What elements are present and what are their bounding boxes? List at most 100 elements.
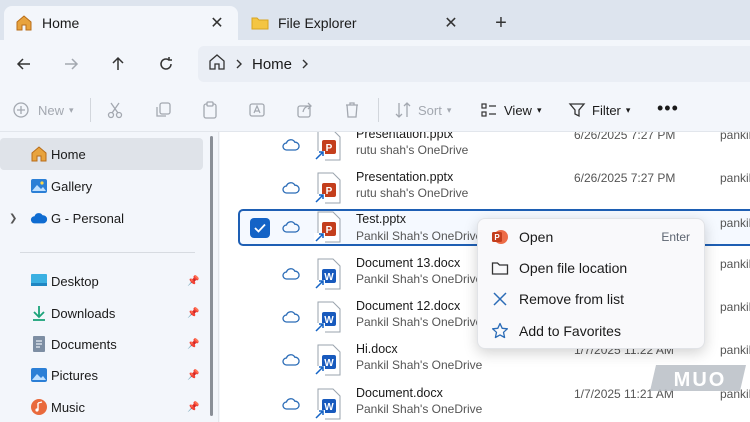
menu-item-label: Remove from list — [519, 291, 625, 307]
divider — [20, 252, 195, 253]
sidebar-scrollbar[interactable] — [205, 132, 219, 422]
chevron-right-icon[interactable]: ❯ — [9, 213, 17, 224]
sidebar-item-label: Documents — [51, 336, 117, 352]
svg-text:P: P — [494, 233, 500, 242]
file-name: Hi.docx — [356, 342, 398, 356]
sidebar-item-home[interactable]: Home — [0, 138, 203, 170]
cloud-status-icon — [282, 354, 300, 366]
cloud-status-icon — [282, 398, 300, 410]
sidebar-item-label: Home — [51, 146, 86, 162]
chevron-right-icon[interactable] — [234, 58, 244, 70]
trash-icon — [346, 102, 358, 118]
file-name: Document 12.docx — [356, 299, 461, 313]
chevron-right-icon[interactable] — [300, 58, 310, 70]
cloud-status-icon — [282, 221, 300, 233]
sidebar-item-pictures[interactable]: Pictures 📌 — [0, 359, 203, 391]
chevron-down-icon: ▾ — [536, 104, 542, 115]
sidebar-item-documents[interactable]: Documents 📌 — [0, 328, 203, 360]
file-location: Pankil Shah's OneDrive — [356, 358, 483, 372]
file-date: 6/26/2025 7:27 PM — [574, 171, 676, 185]
copy-icon — [156, 102, 171, 117]
pin-icon[interactable]: 📌 — [187, 339, 199, 350]
address-bar[interactable]: Home — [198, 46, 750, 82]
menu-item-shortcut: Enter — [661, 230, 690, 244]
arrow-right-icon — [65, 58, 79, 70]
sidebar-item-g-personal[interactable]: ❯ G - Personal — [0, 202, 203, 234]
share-button[interactable] — [296, 98, 314, 122]
menu-item-open-file-location[interactable]: Open file location — [482, 253, 702, 283]
chevron-down-icon: ▾ — [625, 104, 631, 115]
pin-icon[interactable]: 📌 — [187, 370, 199, 381]
tab-strip: Home ✕ File Explorer ✕ + — [0, 0, 750, 40]
filter-label: Filter — [592, 102, 621, 118]
powerpoint-file-icon: P — [314, 132, 341, 161]
view-label: View — [504, 102, 532, 118]
pictures-icon — [30, 366, 48, 384]
sidebar-item-desktop[interactable]: Desktop 📌 — [0, 265, 203, 297]
chevron-down-icon: ▾ — [446, 104, 452, 115]
new-label: New — [38, 102, 65, 118]
file-name: Presentation.pptx — [356, 170, 454, 184]
rename-button[interactable] — [248, 98, 266, 122]
sidebar-item-label: Desktop — [51, 273, 99, 289]
row-checkbox[interactable] — [250, 218, 270, 238]
pin-icon[interactable]: 📌 — [187, 308, 199, 319]
close-icon[interactable]: ✕ — [440, 12, 462, 34]
menu-item-remove-from-list[interactable]: Remove from list — [482, 284, 702, 314]
forward-button[interactable] — [57, 50, 85, 78]
more-options-button[interactable]: ••• — [657, 96, 679, 120]
view-button[interactable]: View ▾ — [480, 98, 541, 122]
svg-text:W: W — [324, 315, 334, 326]
rename-icon — [249, 103, 265, 117]
list-item[interactable]: P Presentation.pptx rutu shah's OneDrive… — [220, 169, 750, 212]
breadcrumb-home[interactable]: Home — [252, 56, 292, 73]
checkmark-icon — [254, 223, 266, 233]
close-icon — [490, 289, 510, 309]
up-button[interactable] — [104, 50, 132, 78]
sidebar-item-music[interactable]: Music 📌 — [0, 391, 203, 422]
file-date: 6/26/2025 7:27 PM — [574, 132, 676, 142]
tab-file-explorer[interactable]: File Explorer ✕ — [240, 6, 472, 40]
home-icon — [14, 14, 34, 32]
more-icon: ••• — [657, 97, 679, 118]
file-name: Presentation.pptx — [356, 132, 454, 141]
powerpoint-icon: P — [490, 227, 510, 247]
sidebar-item-downloads[interactable]: Downloads 📌 — [0, 297, 203, 329]
list-item[interactable]: P Presentation.pptx rutu shah's OneDrive… — [220, 132, 750, 169]
documents-icon — [30, 335, 48, 353]
menu-item-open[interactable]: P Open Enter — [482, 222, 702, 252]
cloud-status-icon — [282, 268, 300, 280]
menu-item-add-to-favorites[interactable]: Add to Favorites — [482, 316, 702, 346]
scrollbar-thumb[interactable] — [210, 136, 213, 416]
svg-text:P: P — [326, 225, 333, 236]
file-location: Pankil Shah's OneDrive — [356, 402, 483, 416]
paste-button[interactable] — [201, 98, 219, 122]
sidebar-item-gallery[interactable]: Gallery — [0, 170, 203, 202]
copy-button[interactable] — [154, 98, 172, 122]
arrow-left-icon — [16, 58, 30, 70]
home-icon[interactable] — [208, 53, 226, 75]
file-location: Pankil Shah's OneDrive — [356, 272, 483, 286]
sort-button[interactable]: Sort ▾ — [394, 98, 451, 122]
svg-text:W: W — [324, 358, 334, 369]
file-owner: pankil — [720, 171, 750, 185]
filter-button[interactable]: Filter ▾ — [568, 98, 630, 122]
refresh-button[interactable] — [152, 50, 180, 78]
cloud-status-icon — [282, 311, 300, 323]
word-file-icon: W — [314, 344, 341, 376]
back-button[interactable] — [10, 50, 38, 78]
pin-icon[interactable]: 📌 — [187, 276, 199, 287]
powerpoint-file-icon: P — [314, 211, 341, 243]
delete-button[interactable] — [343, 98, 361, 122]
cut-button[interactable] — [106, 98, 124, 122]
new-tab-button[interactable]: + — [487, 10, 515, 36]
close-icon[interactable]: ✕ — [206, 12, 228, 34]
cloud-status-icon — [282, 139, 300, 151]
tab-home[interactable]: Home ✕ — [4, 6, 238, 40]
powerpoint-file-icon: P — [314, 172, 341, 204]
folder-icon — [250, 14, 270, 32]
tab-label: File Explorer — [278, 15, 357, 31]
sidebar-item-label: Gallery — [51, 178, 93, 194]
new-button[interactable]: New ▾ — [12, 98, 74, 122]
pin-icon[interactable]: 📌 — [187, 402, 199, 413]
